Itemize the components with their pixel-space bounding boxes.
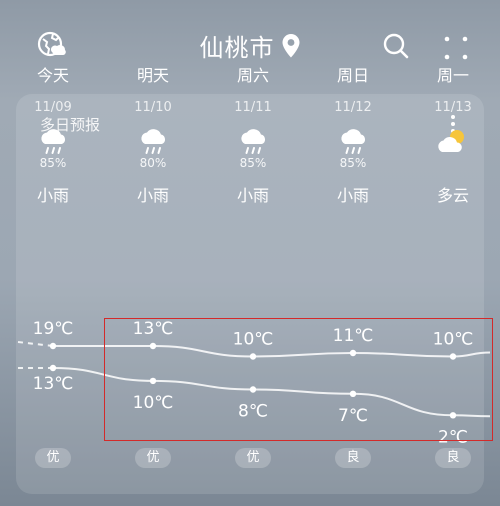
day-column-0[interactable]: 今天 11/09 85% 小雨 bbox=[3, 66, 103, 206]
day-date: 11/11 bbox=[234, 100, 272, 115]
rain-cloud-icon bbox=[341, 129, 366, 154]
rain-cloud-icon bbox=[41, 129, 66, 154]
precip-probability bbox=[403, 156, 500, 170]
day-name: 明天 bbox=[136, 66, 169, 85]
day-date: 11/13 bbox=[434, 100, 472, 115]
air-quality-badge: 良 bbox=[435, 448, 471, 468]
day-column-3[interactable]: 周日 11/12 85% 小雨 bbox=[303, 66, 403, 206]
air-quality-badge: 优 bbox=[35, 448, 71, 468]
day-date: 11/12 bbox=[334, 100, 372, 115]
weather-condition: 小雨 bbox=[36, 186, 69, 205]
air-quality-badge: 优 bbox=[135, 448, 171, 468]
weather-condition: 小雨 bbox=[236, 186, 269, 205]
more-options-icon[interactable] bbox=[442, 34, 470, 62]
precip-probability: 80% bbox=[139, 156, 167, 170]
precip-probability: 85% bbox=[39, 156, 67, 170]
search-icon[interactable] bbox=[382, 32, 410, 60]
air-quality-badge: 良 bbox=[335, 448, 371, 468]
weather-condition: 多云 bbox=[436, 186, 469, 205]
city-title[interactable]: 仙桃市 bbox=[0, 28, 500, 63]
highlight-box bbox=[104, 318, 493, 441]
location-pin-icon bbox=[282, 33, 299, 57]
day-name: 周一 bbox=[436, 66, 469, 85]
day-column-4[interactable]: 周一 11/13 多云 bbox=[403, 66, 500, 206]
partly-cloudy-icon bbox=[438, 130, 464, 152]
day-date: 11/10 bbox=[134, 100, 172, 115]
day-name: 周日 bbox=[336, 66, 369, 85]
day-name: 周六 bbox=[236, 66, 269, 85]
precip-probability: 85% bbox=[339, 156, 367, 170]
weather-condition: 小雨 bbox=[336, 186, 369, 205]
day-name: 今天 bbox=[36, 66, 69, 85]
day-date: 11/09 bbox=[34, 100, 72, 115]
city-name: 仙桃市 bbox=[199, 34, 275, 62]
day-column-1[interactable]: 明天 11/10 80% 小雨 bbox=[103, 66, 203, 206]
precip-probability: 85% bbox=[239, 156, 267, 170]
air-quality-badge: 优 bbox=[235, 448, 271, 468]
rain-cloud-icon bbox=[141, 129, 166, 154]
rain-cloud-icon bbox=[241, 129, 266, 154]
weather-condition: 小雨 bbox=[136, 186, 169, 205]
day-column-2[interactable]: 周六 11/11 85% 小雨 bbox=[203, 66, 303, 206]
